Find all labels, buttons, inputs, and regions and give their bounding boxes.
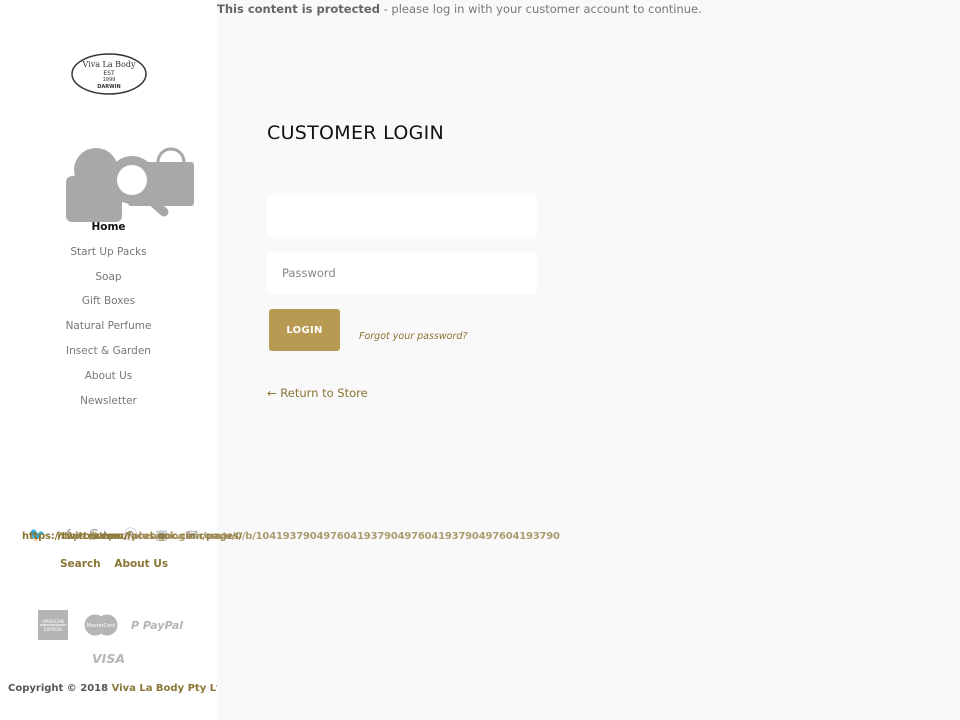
sidebar: Viva La Body EST 1999 DARWIN Home Start …	[0, 0, 228, 720]
nav-item-start-up-packs[interactable]: Start Up Packs	[0, 245, 217, 270]
email-field[interactable]	[267, 195, 537, 237]
copyright: Copyright © 2018 Viva La Body Pty Ltd	[8, 683, 228, 694]
copyright-prefix: Copyright © 2018	[8, 683, 112, 694]
logo-city: DARWIN	[97, 84, 120, 90]
page-title: CUSTOMER LOGIN	[267, 122, 445, 144]
return-to-store-link[interactable]: ← Return to Store	[267, 386, 368, 400]
brand-logo[interactable]: Viva La Body EST 1999 DARWIN	[70, 52, 148, 96]
protected-notice-text: - please log in with your customer accou…	[379, 2, 702, 16]
nav-item-newsletter[interactable]: Newsletter	[0, 394, 217, 419]
copyright-brand-link[interactable]: Viva La Body Pty Ltd	[112, 683, 228, 694]
svg-text:AMERICAN: AMERICAN	[42, 619, 63, 624]
logo-est: EST	[103, 70, 115, 77]
nav-item-natural-perfume[interactable]: Natural Perfume	[0, 319, 217, 344]
logo-year: 1999	[103, 77, 116, 83]
mastercard-icon: MasterCard	[84, 614, 118, 636]
google-plus-url-link[interactable]: https://plus.google.com/u/0/b/1041937904…	[92, 531, 560, 542]
nav-item-soap[interactable]: Soap	[0, 270, 217, 295]
svg-text:EXPRESS: EXPRESS	[44, 627, 63, 632]
footer-link-search[interactable]: Search	[60, 558, 101, 570]
protected-notice: This content is protected - please log i…	[217, 2, 702, 16]
forgot-password-link[interactable]: Forgot your password?	[359, 331, 467, 342]
footer-links: Search About Us	[60, 558, 178, 570]
customer-search-shop-icon	[66, 147, 194, 222]
svg-text:MasterCard: MasterCard	[87, 623, 116, 629]
visa-icon: VISA	[92, 651, 125, 666]
protected-notice-title: This content is protected	[217, 2, 380, 16]
nav-item-insect-garden[interactable]: Insect & Garden	[0, 344, 217, 369]
logo-name: Viva La Body	[82, 60, 136, 69]
main-content	[217, 0, 960, 720]
main-nav: Home Start Up Packs Soap Gift Boxes Natu…	[0, 220, 217, 418]
paypal-icon: P PayPal	[131, 619, 183, 632]
amex-icon: AMERICAN EXPRESS	[38, 610, 68, 640]
svg-text:VISA: VISA	[92, 651, 125, 666]
nav-item-gift-boxes[interactable]: Gift Boxes	[0, 294, 217, 319]
password-field[interactable]	[267, 252, 537, 294]
nav-item-about-us[interactable]: About Us	[0, 369, 217, 394]
svg-text:P PayPal: P PayPal	[131, 619, 183, 632]
login-button[interactable]: LOGIN	[269, 309, 340, 351]
footer-link-about-us[interactable]: About Us	[114, 558, 168, 570]
nav-item-home[interactable]: Home	[0, 220, 217, 245]
social-links: 🐦 f G+ ⓟ ▣ ✉ https://twitter.com/ https:…	[22, 527, 560, 547]
